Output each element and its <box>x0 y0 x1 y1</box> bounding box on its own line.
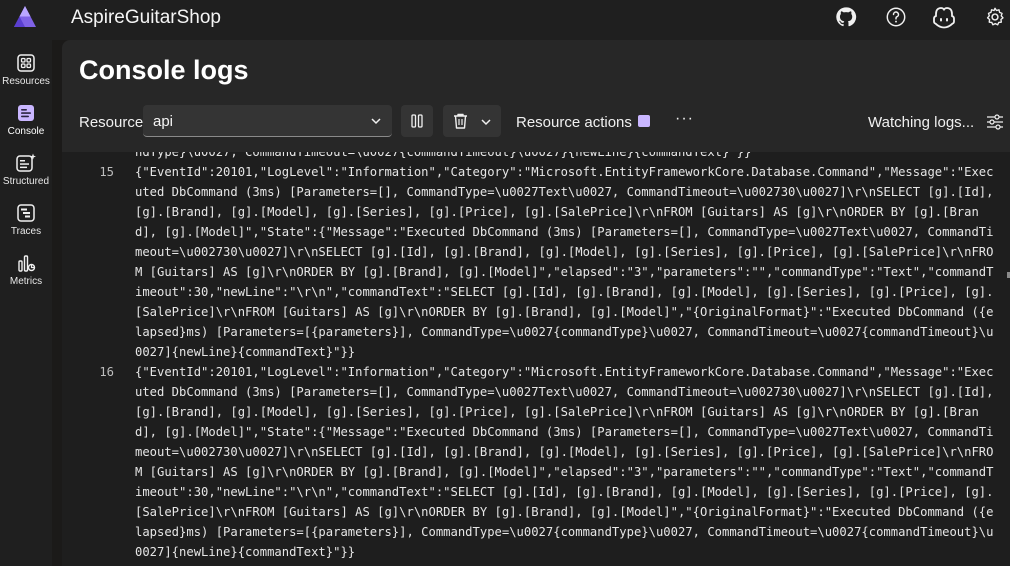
traces-icon <box>17 204 35 222</box>
log-filter-settings-button[interactable] <box>986 113 1004 136</box>
log-text: {"EventId":20101,"LogLevel":"Information… <box>135 165 1001 359</box>
log-text: {"EventId":20101,"LogLevel":"Information… <box>135 365 1001 559</box>
sliders-icon <box>987 114 1003 130</box>
nav-item-resources[interactable]: Resources <box>0 45 52 91</box>
app-title[interactable]: AspireGuitarShop <box>71 7 221 29</box>
nav-item-metrics[interactable]: Metrics <box>0 245 52 291</box>
line-number: 16 <box>99 365 114 379</box>
chevron-down-icon <box>481 119 491 126</box>
nav-label-traces: Traces <box>10 226 42 237</box>
log-text: ndType}\u0027, CommandTimeout=\u0027{com… <box>135 152 752 159</box>
copilot-icon[interactable] <box>929 2 959 32</box>
clear-logs-button[interactable] <box>443 105 501 137</box>
console-icon <box>18 105 34 121</box>
nav-label-console: Console <box>7 126 45 137</box>
resource-select[interactable]: api <box>143 105 392 137</box>
settings-icon[interactable] <box>980 2 1010 32</box>
pause-icon <box>411 114 423 128</box>
aspire-logo-icon[interactable] <box>12 4 38 30</box>
log-viewer[interactable]: ndType}\u0027, CommandTimeout=\u0027{com… <box>62 152 1010 566</box>
resource-select-value: api <box>153 113 174 130</box>
top-header: AspireGuitarShop <box>0 0 1010 40</box>
resources-icon <box>17 54 35 72</box>
line-number: 15 <box>99 165 114 179</box>
main-panel: Console logs Resource api Resource actio… <box>62 40 1010 566</box>
watching-logs-status: Watching logs... <box>868 114 975 131</box>
trash-icon <box>454 113 467 129</box>
nav-label-resources: Resources <box>2 76 50 87</box>
structured-icon <box>16 153 36 172</box>
pause-button[interactable] <box>401 105 433 137</box>
nav-item-structured[interactable]: Structured <box>0 145 52 191</box>
nav-label-metrics: Metrics <box>9 276 43 287</box>
page-title: Console logs <box>79 55 249 85</box>
help-icon[interactable] <box>881 2 911 32</box>
stop-icon[interactable] <box>638 115 650 127</box>
side-navigation: Resources Console Structured Traces Metr… <box>0 40 52 566</box>
github-icon[interactable] <box>831 2 861 32</box>
nav-item-console[interactable]: Console <box>0 95 52 141</box>
chevron-down-icon <box>371 118 381 125</box>
resource-actions-label: Resource actions <box>516 114 632 131</box>
resource-label: Resource <box>79 114 144 131</box>
console-toolbar: Resource api Resource actions ··· Watchi… <box>62 104 1010 140</box>
nav-label-structured: Structured <box>2 176 50 187</box>
metrics-icon <box>18 255 36 272</box>
more-actions-button[interactable]: ··· <box>675 110 694 128</box>
nav-item-traces[interactable]: Traces <box>0 195 52 241</box>
